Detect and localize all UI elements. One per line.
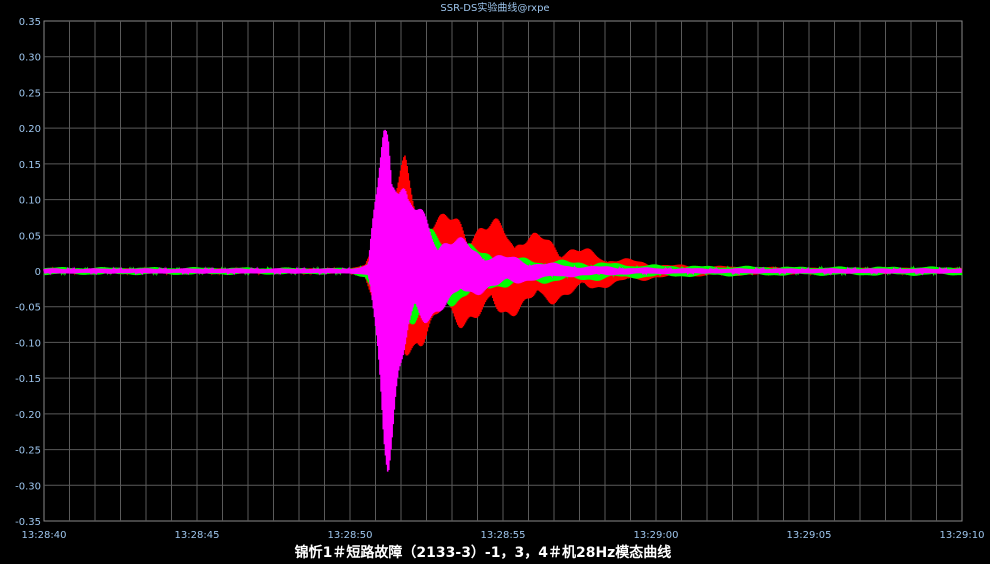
x-axis-ticks: 13:28:40 13:28:45 13:28:50 13:28:55 13:29:00…	[22, 530, 985, 541]
y-tick-label: -0.10	[15, 338, 41, 349]
y-tick-label: -0.30	[15, 481, 41, 492]
x-tick-label: 13:28:40	[22, 530, 67, 541]
chart-top-title: SSR-DS实验曲线@rxpe	[440, 1, 549, 14]
y-tick-label: -0.20	[15, 410, 41, 421]
y-tick-label: 0.10	[19, 196, 41, 207]
x-tick-label: 13:28:50	[328, 530, 373, 541]
chart-svg: SSR-DS实验曲线@rxpe 0.35 0.30 0.25 0.20 0.15 0.10…	[15, 1, 985, 561]
x-tick-label: 13:29:00	[634, 530, 679, 541]
y-tick-label: -0.15	[15, 374, 41, 385]
y-tick-label: -0.25	[15, 446, 41, 457]
y-tick-label: 0.30	[19, 53, 41, 64]
y-tick-label: 0.15	[19, 160, 41, 171]
y-tick-label: 0.05	[19, 231, 41, 242]
x-tick-label: 13:28:55	[481, 530, 526, 541]
y-tick-label: -0.05	[15, 303, 41, 314]
y-tick-label: 0.35	[19, 17, 41, 28]
y-axis-ticks: 0.35 0.30 0.25 0.20 0.15 0.10 0.05 0 -0.05 -0.10 -…	[15, 17, 41, 528]
chart-bottom-title: 锦忻1＃短路故障（2133-3）-1，3，4＃机28Hz模态曲线	[295, 544, 672, 561]
y-tick-label: -0.35	[15, 517, 41, 528]
x-tick-label: 13:28:45	[175, 530, 220, 541]
y-tick-label: 0.25	[19, 88, 41, 99]
y-tick-label: 0.20	[19, 124, 41, 135]
x-tick-label: 13:29:10	[940, 530, 985, 541]
y-tick-label: 0	[35, 267, 41, 278]
x-tick-label: 13:29:05	[787, 530, 832, 541]
